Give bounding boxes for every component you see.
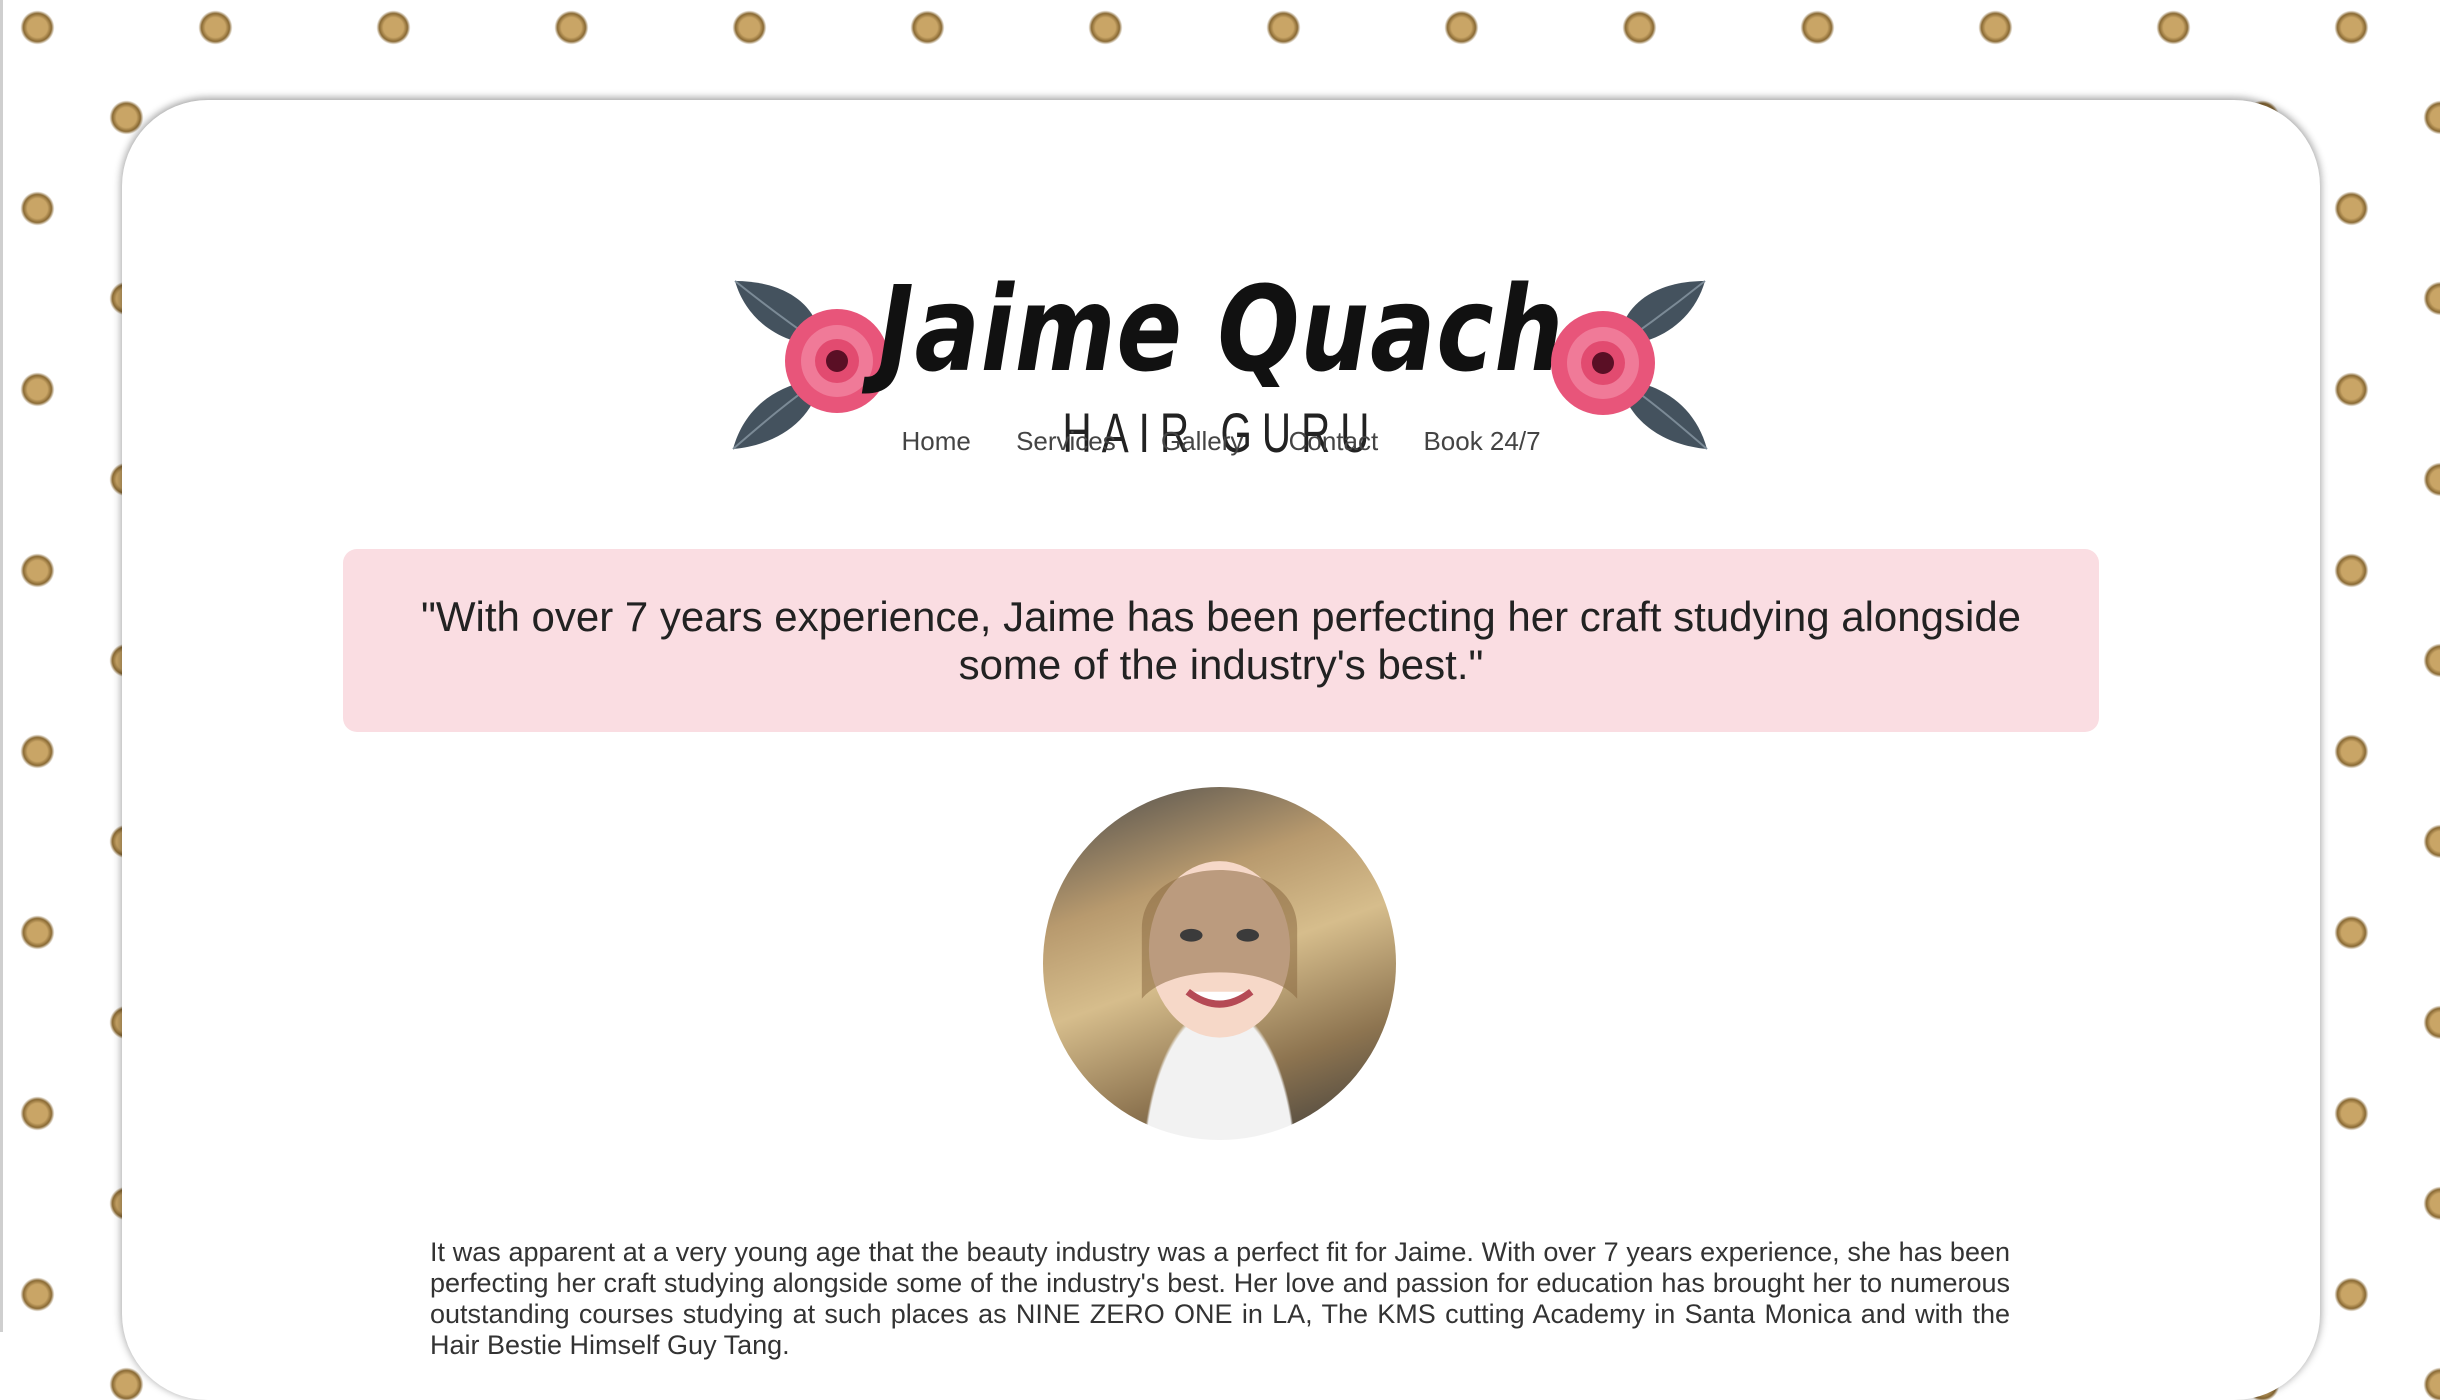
profile-photo xyxy=(1043,787,1396,1140)
quote-banner: "With over 7 years experience, Jaime has… xyxy=(343,549,2099,732)
bio-paragraph: It was apparent at a very young age that… xyxy=(430,1237,2010,1360)
content-card: Jaime Quach HAIR GURU Home Services Gall… xyxy=(122,100,2320,1400)
window-edge xyxy=(0,0,3,1332)
portrait-illustration xyxy=(1141,861,1298,1038)
nav-services[interactable]: Services xyxy=(1016,426,1116,457)
main-nav: Home Services Gallery Contact Book 24/7 xyxy=(122,426,2320,457)
nav-contact[interactable]: Contact xyxy=(1289,426,1379,457)
quote-text: "With over 7 years experience, Jaime has… xyxy=(420,592,2022,688)
brand-name: Jaime Quach xyxy=(877,260,1565,398)
nav-book[interactable]: Book 24/7 xyxy=(1423,426,1540,457)
nav-home[interactable]: Home xyxy=(901,426,970,457)
nav-gallery[interactable]: Gallery xyxy=(1161,426,1243,457)
